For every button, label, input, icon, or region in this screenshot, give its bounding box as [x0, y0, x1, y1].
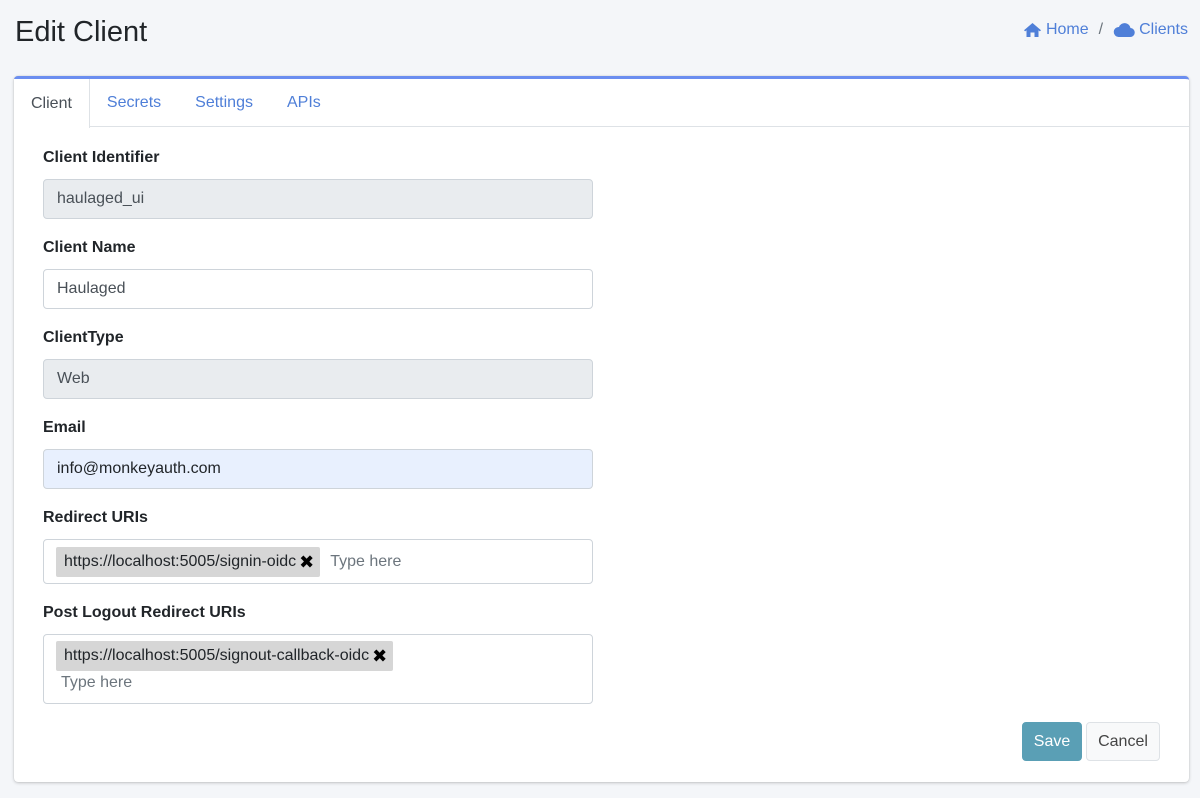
- client-name-field[interactable]: Haulaged: [43, 269, 593, 309]
- redirect-uris-input-placeholder[interactable]: Type here: [328, 549, 403, 575]
- client-identifier-field: haulaged_ui: [43, 179, 593, 219]
- save-button[interactable]: Save: [1022, 722, 1082, 761]
- tab-apis[interactable]: APIs: [270, 79, 338, 127]
- breadcrumb-home-label: Home: [1045, 21, 1089, 38]
- breadcrumb-home-link[interactable]: Home: [1023, 21, 1089, 39]
- client-name-label: Client Name: [43, 239, 136, 256]
- close-icon[interactable]: ✖: [299, 553, 314, 571]
- breadcrumb-clients-label: Clients: [1139, 21, 1188, 38]
- redirect-uris-tag-input[interactable]: https://localhost:5005/signin-oidc ✖ Typ…: [43, 539, 593, 584]
- post-logout-redirect-uri-tag: https://localhost:5005/signout-callback-…: [56, 641, 394, 671]
- cloud-icon: [1113, 22, 1135, 38]
- post-logout-redirect-uris-input-placeholder[interactable]: Type here: [56, 671, 580, 696]
- breadcrumb: Home / Clients: [1023, 21, 1188, 39]
- tab-client[interactable]: Client: [14, 79, 90, 128]
- tab-settings[interactable]: Settings: [178, 79, 270, 127]
- close-icon[interactable]: ✖: [372, 647, 387, 665]
- redirect-uri-tag-text: https://localhost:5005/signin-oidc: [64, 552, 297, 570]
- client-form: Client Identifier haulaged_ui Client Nam…: [43, 149, 593, 724]
- breadcrumb-separator: /: [1098, 21, 1104, 38]
- client-type-field: Web: [43, 359, 593, 399]
- client-identifier-label: Client Identifier: [43, 149, 160, 166]
- client-type-label: ClientType: [43, 329, 124, 346]
- redirect-uris-label: Redirect URIs: [43, 509, 148, 526]
- tab-bar: Client Secrets Settings APIs: [14, 79, 1189, 128]
- post-logout-redirect-uris-tag-input[interactable]: https://localhost:5005/signout-callback-…: [43, 634, 593, 704]
- page-title: Edit Client: [15, 16, 148, 48]
- tab-secrets[interactable]: Secrets: [90, 79, 178, 127]
- email-field[interactable]: info@monkeyauth.com: [43, 449, 593, 489]
- post-logout-redirect-uris-label: Post Logout Redirect URIs: [43, 604, 246, 621]
- post-logout-redirect-uri-tag-text: https://localhost:5005/signout-callback-…: [64, 647, 370, 664]
- edit-client-card: Client Secrets Settings APIs Client Iden…: [14, 76, 1189, 782]
- cancel-button[interactable]: Cancel: [1086, 722, 1160, 761]
- breadcrumb-clients-link[interactable]: Clients: [1113, 21, 1188, 39]
- email-label: Email: [43, 419, 86, 436]
- redirect-uri-tag: https://localhost:5005/signin-oidc ✖: [56, 546, 321, 577]
- home-icon: [1023, 22, 1042, 38]
